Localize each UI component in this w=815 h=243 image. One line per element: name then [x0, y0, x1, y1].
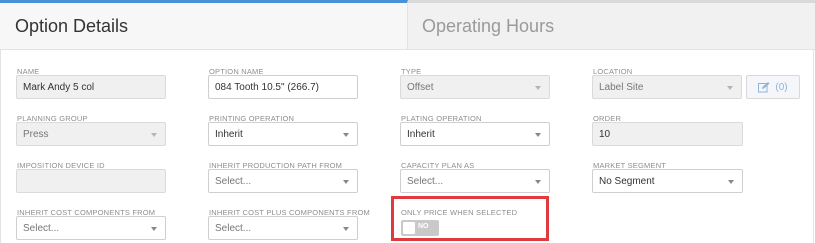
inherit-cost-plus-components-placeholder: Select...	[215, 222, 252, 234]
highlight-box	[391, 196, 549, 241]
chevron-down-icon	[151, 133, 157, 137]
option-name-value: 084 Tooth 10.5" (266.7)	[215, 81, 319, 93]
tab-operating-hours[interactable]: Operating Hours	[408, 0, 815, 49]
inherit-cost-components-select[interactable]: Select...	[16, 216, 166, 240]
chevron-down-icon	[343, 180, 349, 184]
capacity-plan-as-select[interactable]: Select...	[400, 169, 550, 193]
tab-option-details-label: Option Details	[15, 15, 129, 36]
inherit-cost-plus-components-select[interactable]: Select...	[208, 216, 358, 240]
tab-option-details[interactable]: Option Details	[0, 0, 408, 49]
inherit-production-path-select[interactable]: Select...	[208, 169, 358, 193]
chevron-down-icon	[151, 227, 157, 231]
option-name-field[interactable]: 084 Tooth 10.5" (266.7)	[208, 75, 358, 99]
order-field[interactable]: 10	[592, 122, 743, 146]
name-field[interactable]: Mark Andy 5 col	[16, 75, 166, 99]
chevron-down-icon	[727, 86, 733, 90]
chevron-down-icon	[343, 227, 349, 231]
imposition-device-id-field[interactable]	[16, 169, 166, 193]
inherit-cost-components-placeholder: Select...	[23, 222, 60, 234]
panel-border-right	[813, 50, 814, 243]
market-segment-select[interactable]: No Segment	[592, 169, 743, 193]
tab-operating-hours-label: Operating Hours	[422, 15, 555, 36]
planning-group-value: Press	[23, 128, 49, 140]
tab-bar: Option Details Operating Hours	[0, 0, 815, 50]
plating-operation-value: Inherit	[407, 128, 435, 140]
chevron-down-icon	[535, 180, 541, 184]
panel-border-left	[0, 50, 1, 243]
planning-group-select[interactable]: Press	[16, 122, 166, 146]
edit-count: (0)	[775, 81, 788, 93]
tab-divider	[0, 49, 815, 50]
chevron-down-icon	[728, 180, 734, 184]
market-segment-value: No Segment	[599, 175, 655, 187]
location-value: Label Site	[599, 81, 644, 93]
printing-operation-value: Inherit	[215, 128, 243, 140]
location-select[interactable]: Label Site	[592, 75, 742, 99]
printing-operation-select[interactable]: Inherit	[208, 122, 358, 146]
inherit-production-path-placeholder: Select...	[215, 175, 252, 187]
type-select[interactable]: Offset	[400, 75, 550, 99]
edit-location-button[interactable]: (0)	[746, 75, 800, 99]
plating-operation-select[interactable]: Inherit	[400, 122, 550, 146]
capacity-plan-as-placeholder: Select...	[407, 175, 444, 187]
type-value: Offset	[407, 81, 434, 93]
name-value: Mark Andy 5 col	[23, 81, 95, 93]
edit-icon	[758, 81, 770, 92]
chevron-down-icon	[535, 86, 541, 90]
chevron-down-icon	[343, 133, 349, 137]
order-value: 10	[599, 128, 611, 140]
chevron-down-icon	[535, 133, 541, 137]
